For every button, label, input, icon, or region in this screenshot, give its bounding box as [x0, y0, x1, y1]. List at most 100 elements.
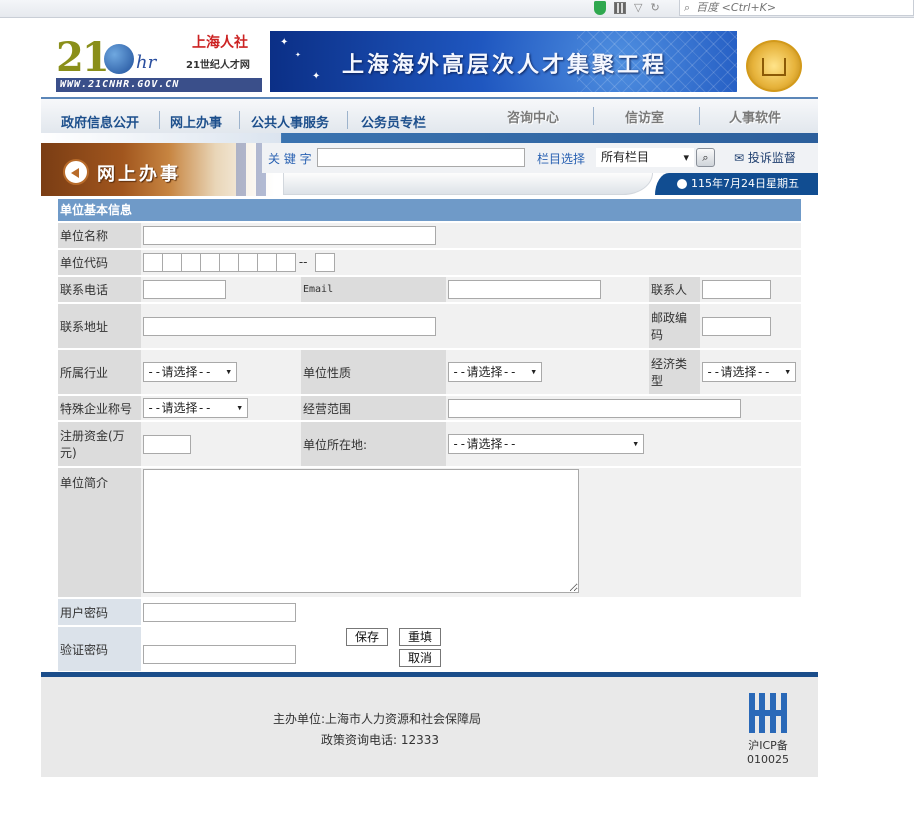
envelope-icon: ✉	[734, 151, 745, 165]
email-label: Email	[301, 277, 446, 302]
phone-input[interactable]	[143, 280, 226, 299]
phone-cell	[141, 277, 301, 302]
logo-number: 21	[56, 34, 110, 81]
complaint-link[interactable]: ✉ 投诉监督	[734, 149, 796, 166]
logo-subtitle: 21世纪人才网	[186, 60, 250, 71]
unit-code-digit-input[interactable]	[276, 253, 296, 272]
industry-select[interactable]: --请选择--	[143, 362, 237, 382]
dropdown-arrow-icon[interactable]: ▽	[634, 1, 642, 15]
logo-hr-text: hr	[136, 52, 157, 73]
unit-code-digit-input[interactable]	[238, 253, 258, 272]
unit-name-input[interactable]	[143, 226, 436, 245]
icp-line-1: 沪ICP备	[748, 739, 788, 752]
form-row: 特殊企业称号 --请选择-- 经营范围	[58, 396, 801, 420]
address-cell	[141, 304, 649, 348]
unit-code-digit-input[interactable]	[143, 253, 163, 272]
nav-item-public-hr[interactable]: 公共人事服务	[251, 112, 329, 131]
section-title: 网上办事	[97, 164, 181, 185]
unit-code-digit-input[interactable]	[162, 253, 182, 272]
browser-search-box[interactable]: ⌕	[679, 0, 914, 16]
nav-separator	[347, 111, 348, 129]
location-select[interactable]: --请选择--	[448, 434, 644, 454]
star-icon: ✦	[295, 51, 301, 59]
search-icon: ⌕	[684, 0, 691, 14]
header-banner[interactable]: ✦ ✦ ✦ 上海海外高层次人才集聚工程	[270, 31, 737, 92]
special-select[interactable]: --请选择--	[143, 398, 248, 418]
unit-code-digit-input[interactable]	[200, 253, 220, 272]
form-row: 注册资金(万元) 单位所在地: --请选择--	[58, 422, 801, 466]
form-table: 单位名称 单位代码 -- 联系电话 Email 联系人 联系地址 邮政编码 所属…	[58, 221, 801, 673]
nature-label: 单位性质	[301, 350, 446, 394]
site-search-bar: 关 键 字 栏目选择 所有栏目 ⌕ ✉ 投诉监督	[262, 143, 818, 173]
form-row: 用户密码	[58, 599, 801, 625]
keyword-label: 关 键 字	[268, 152, 312, 166]
confirm-password-label: 验证密码	[58, 627, 141, 671]
form-row: 验证密码 保存 重填 取消	[58, 627, 801, 671]
site-logo[interactable]: 21 hr 上海人社 21世纪人才网 WWW.21CNHR.GOV.CN	[56, 30, 262, 94]
date-bar-curve	[283, 173, 653, 195]
date-text: 115年7月24日星期五	[691, 177, 799, 190]
nav-item-gov-info[interactable]: 政府信息公开	[61, 112, 139, 131]
password-input[interactable]	[143, 602, 296, 622]
email-cell	[446, 277, 649, 302]
capital-label: 注册资金(万元)	[58, 422, 141, 466]
email-input[interactable]	[448, 280, 601, 299]
scope-label: 经营范围	[301, 396, 446, 420]
nav-bottom-bar	[41, 133, 818, 143]
nav-item-online-service[interactable]: 网上办事	[170, 112, 222, 131]
emblem-icon	[746, 40, 802, 92]
intro-textarea[interactable]	[143, 469, 579, 593]
empty-cell	[700, 422, 801, 466]
column-select-label: 栏目选择	[537, 152, 586, 166]
confirm-password-input[interactable]	[143, 644, 296, 664]
footer: 主办单位:上海市人力资源和社会保障局 政策资询电话: 12333 沪ICP备 0…	[41, 677, 818, 777]
nature-select[interactable]: --请选择--	[448, 362, 542, 382]
save-button[interactable]: 保存	[346, 628, 389, 646]
empty-cell	[649, 422, 700, 466]
password-cell	[141, 599, 801, 625]
column-select[interactable]: 所有栏目	[596, 148, 694, 167]
capital-input[interactable]	[143, 434, 191, 454]
logo-url: WWW.21CNHR.GOV.CN	[56, 78, 262, 92]
keyword-input[interactable]	[317, 148, 525, 167]
reload-icon[interactable]: ↻	[650, 1, 659, 15]
confirm-password-cell: 保存 重填 取消	[141, 627, 801, 671]
globe-icon	[104, 44, 134, 74]
nav-separator	[239, 111, 240, 129]
postcode-input[interactable]	[702, 316, 771, 336]
address-label: 联系地址	[58, 304, 141, 348]
footer-hotline: 政策资询电话: 12333	[321, 733, 440, 747]
intro-label: 单位简介	[58, 468, 141, 597]
nav-item-civil-servant[interactable]: 公务员专栏	[361, 112, 426, 131]
reset-button[interactable]: 重填	[399, 628, 442, 646]
unit-code-digit-input[interactable]	[219, 253, 239, 272]
scope-cell	[446, 396, 801, 420]
unit-code-check-input[interactable]	[315, 253, 336, 272]
econ-type-select[interactable]: --请选择--	[702, 362, 796, 382]
scope-input[interactable]	[448, 398, 741, 418]
cancel-button[interactable]: 取消	[399, 649, 442, 667]
postcode-cell	[700, 304, 801, 348]
back-arrow-icon[interactable]	[63, 159, 89, 185]
icp-text[interactable]: 沪ICP备 010025	[743, 739, 793, 767]
browser-icons: ▽ ↻	[594, 0, 660, 16]
banner-title: 上海海外高层次人才集聚工程	[342, 53, 668, 78]
nav-item-petition[interactable]: 信访室	[625, 107, 664, 126]
unit-code-digit-input[interactable]	[181, 253, 201, 272]
nav-item-hr-software[interactable]: 人事软件	[729, 107, 781, 126]
address-input[interactable]	[143, 316, 436, 336]
location-label: 单位所在地:	[301, 422, 446, 466]
icp-logo-icon[interactable]	[749, 693, 787, 733]
nav-item-consult[interactable]: 咨询中心	[507, 107, 559, 126]
qr-code-icon[interactable]	[614, 2, 626, 14]
industry-cell: --请选择--	[141, 350, 301, 394]
search-button-icon[interactable]: ⌕	[696, 148, 715, 167]
security-shield-icon[interactable]	[594, 1, 606, 15]
contact-input[interactable]	[702, 280, 771, 299]
unit-code-label: 单位代码	[58, 250, 141, 275]
unit-code-digit-input[interactable]	[257, 253, 277, 272]
browser-search-input[interactable]	[696, 1, 897, 14]
form-row: 联系地址 邮政编码	[58, 304, 801, 348]
form-title: 单位基本信息	[58, 199, 801, 221]
unit-name-label: 单位名称	[58, 223, 141, 248]
